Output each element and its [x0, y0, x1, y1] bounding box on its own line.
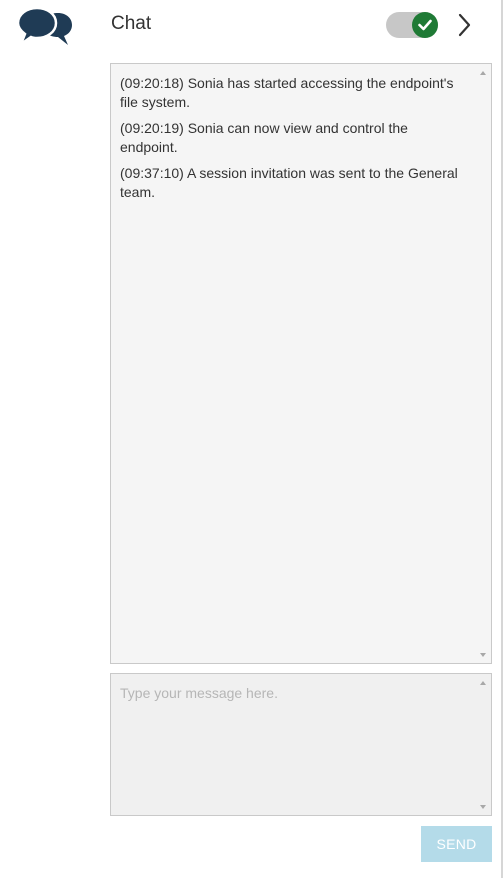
scroll-down-arrow-icon[interactable] [474, 798, 491, 815]
scroll-up-arrow-icon[interactable] [474, 674, 491, 691]
chat-log-entry: (09:20:18) Sonia has started accessing t… [120, 75, 454, 110]
toggle-knob [412, 12, 438, 38]
chat-toggle[interactable] [386, 12, 438, 38]
chat-title: Chat [111, 13, 152, 34]
chat-log-entry: (09:20:19) Sonia can now view and contro… [120, 120, 408, 155]
message-scrollbar[interactable] [474, 674, 491, 815]
send-button[interactable]: SEND [421, 826, 492, 862]
chat-bubbles-icon [16, 6, 72, 48]
chevron-right-icon[interactable] [456, 11, 474, 39]
scroll-up-arrow-icon[interactable] [474, 64, 491, 81]
chat-log[interactable]: (09:20:18) Sonia has started accessing t… [110, 63, 492, 664]
chat-log-scrollbar[interactable] [474, 64, 491, 663]
checkmark-icon [418, 19, 432, 31]
chat-log-entry: (09:37:10) A session invitation was sent… [120, 165, 458, 200]
message-input[interactable] [111, 674, 475, 815]
scroll-down-arrow-icon[interactable] [474, 646, 491, 663]
message-box [110, 673, 492, 816]
chat-log-content: (09:20:18) Sonia has started accessing t… [120, 74, 469, 209]
